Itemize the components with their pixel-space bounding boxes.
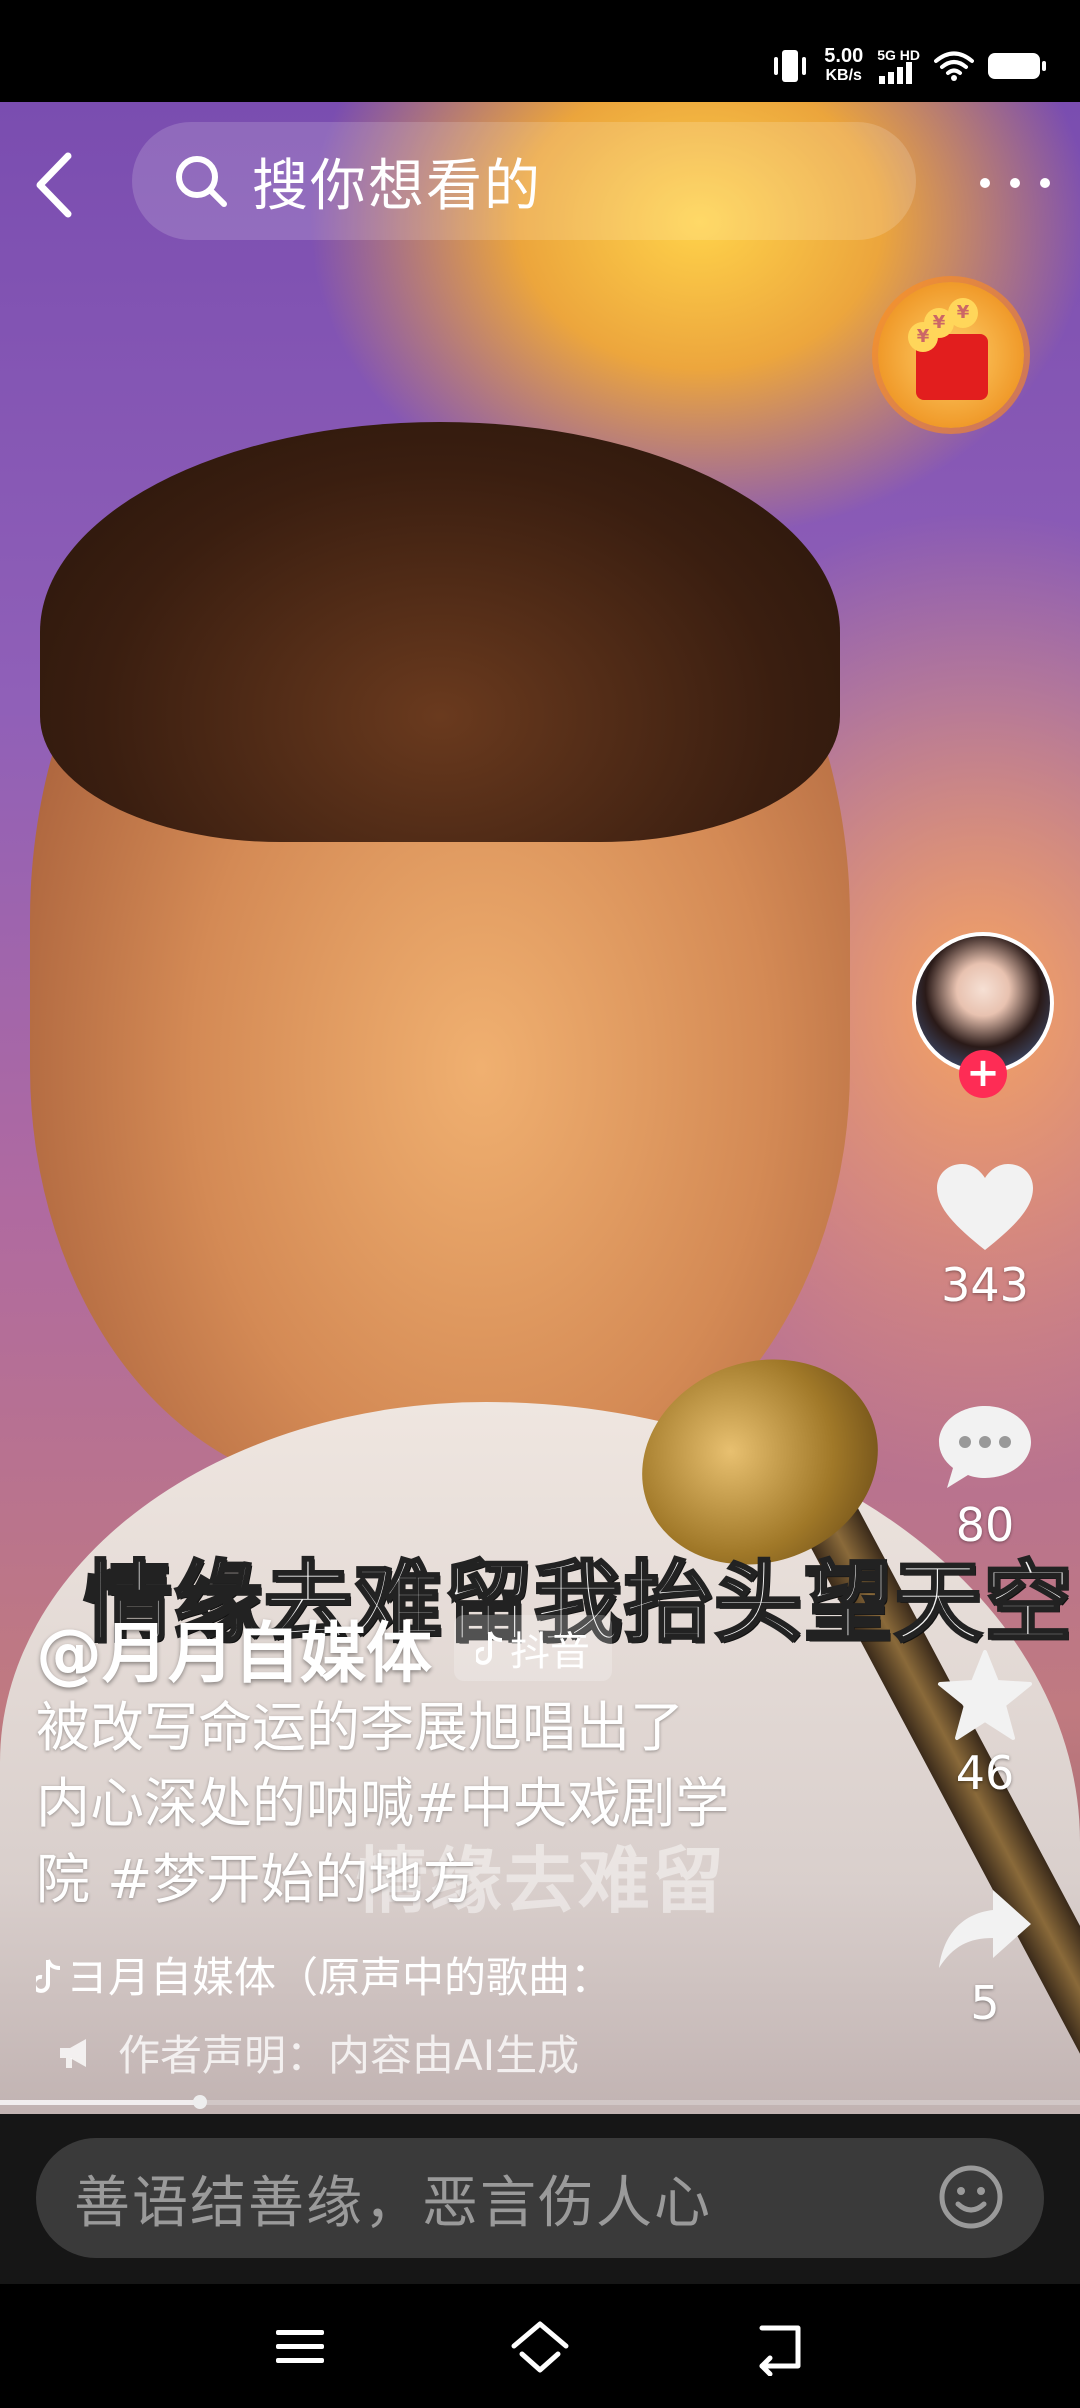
more-dot — [1040, 178, 1050, 188]
description-line: 被改写命运的李展旭唱出了 — [36, 1696, 684, 1759]
red-packet-button[interactable]: ¥ ¥ ¥ — [878, 282, 1024, 428]
home-icon[interactable] — [508, 2318, 572, 2376]
comment-placeholder: 善语结善缘，恶言伤人心 — [74, 2170, 712, 2236]
back-nav-icon[interactable] — [748, 2318, 812, 2376]
network-speed: 5.00 KB/s — [824, 46, 863, 86]
ai-notice-text: 作者声明：内容由AI生成 — [118, 2031, 580, 2080]
megaphone-icon — [60, 2038, 86, 2068]
menu-icon[interactable] — [268, 2318, 332, 2376]
like-count: 343 — [941, 1258, 1029, 1312]
search-placeholder: 搜你想看的 — [252, 153, 542, 219]
music-info[interactable]: ヨ月自媒体（原声中的歌曲： — [36, 1944, 612, 2005]
network-type: 5G HD — [877, 47, 920, 63]
comment-input[interactable]: 善语结善缘，恶言伤人心 — [36, 2138, 1044, 2258]
back-button[interactable] — [30, 150, 80, 220]
status-bar: 5.00 KB/s 5G HD — [0, 0, 1080, 102]
comment-count: 80 — [955, 1498, 1015, 1552]
author-name[interactable]: @月月自媒体 — [36, 1600, 432, 1696]
more-dot — [1010, 178, 1020, 188]
star-icon — [938, 1650, 1032, 1740]
playback-progress-bar[interactable] — [0, 2095, 1080, 2109]
speed-unit: KB/s — [825, 67, 862, 84]
video-frame-hair — [40, 422, 840, 842]
platform-tag: 抖音 — [454, 1615, 612, 1681]
more-dot — [980, 178, 990, 188]
like-button[interactable]: 343 — [920, 1162, 1050, 1312]
share-count: 5 — [970, 1976, 1000, 2030]
follow-button[interactable]: + — [959, 1050, 1007, 1098]
playback-progress-knob[interactable] — [192, 2095, 207, 2109]
comment-bar: 善语结善缘，恶言伤人心 — [0, 2114, 1080, 2284]
share-button[interactable]: 5 — [920, 1886, 1050, 2030]
more-button[interactable] — [980, 170, 1050, 196]
music-note-icon — [36, 1958, 61, 1993]
favorite-count: 46 — [955, 1746, 1015, 1800]
music-title: ヨ月自媒体（原声中的歌曲： — [66, 1953, 613, 2002]
share-icon — [939, 1890, 1031, 1968]
tiktok-note-icon — [476, 1631, 503, 1665]
author-row: @月月自媒体 抖音 — [36, 1600, 612, 1696]
favorite-button[interactable]: 46 — [920, 1648, 1050, 1800]
heart-icon — [937, 1164, 1033, 1250]
description-line: 内心深处的呐喊#中央戏剧学 — [36, 1772, 730, 1835]
speed-value: 5.00 — [824, 45, 864, 67]
status-icons: 5.00 KB/s 5G HD — [770, 36, 1046, 96]
wifi-icon — [934, 51, 974, 81]
system-nav-bar — [0, 2284, 1080, 2408]
coin-icon: ¥ — [948, 298, 978, 328]
emoji-icon[interactable] — [938, 2164, 1004, 2230]
vibrate-icon — [774, 50, 807, 82]
description-line: 院 #梦开始的地方 — [36, 1848, 477, 1911]
author-avatar-button[interactable]: + — [912, 932, 1054, 1098]
platform-tag-label: 抖音 — [510, 1629, 590, 1675]
battery-icon — [988, 53, 1046, 79]
comment-button[interactable]: 80 — [920, 1402, 1050, 1552]
ai-notice: 作者声明：内容由AI生成 — [56, 2022, 579, 2083]
playback-progress-fill — [0, 2100, 200, 2105]
search-icon — [176, 156, 227, 207]
video-description[interactable]: 被改写命运的李展旭唱出了 内心深处的呐喊#中央戏剧学 院 #梦开始的地方 — [36, 1690, 796, 1918]
signal-block: 5G HD — [877, 48, 920, 84]
signal-icon — [879, 62, 913, 84]
comment-icon — [939, 1406, 1031, 1488]
search-bar[interactable]: 搜你想看的 — [132, 122, 916, 240]
coin-icon: ¥ — [908, 322, 938, 352]
back-icon — [36, 152, 72, 218]
